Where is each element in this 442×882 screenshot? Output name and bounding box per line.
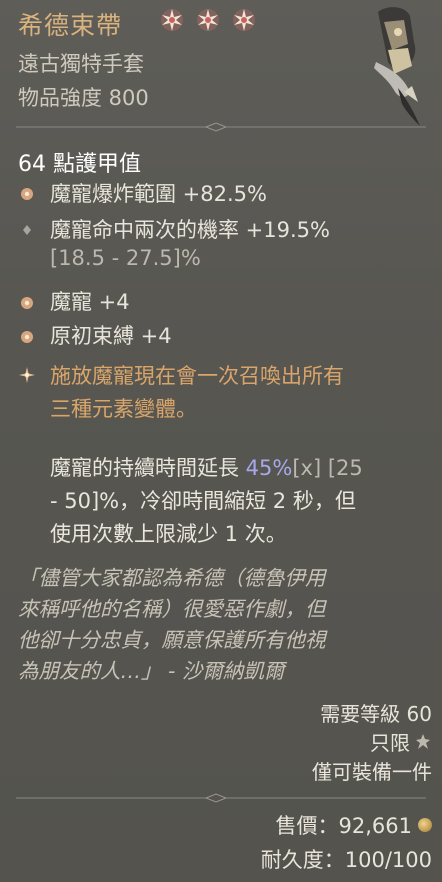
flavor-line: 來稱呼他的名稱）很愛惡作劇，但: [18, 597, 326, 621]
legendary-aspect-icon: [19, 367, 35, 383]
required-level: 需要等級 60: [320, 702, 432, 726]
star-bullet-icon: [21, 188, 33, 200]
section-divider: [16, 793, 426, 803]
affix-line: 魔寵 +4: [50, 290, 130, 314]
aspect-title: 施放魔寵現在會一次召喚出所有 三種元素變體。: [50, 360, 430, 426]
affix-line: 魔寵爆炸範圍 +82.5%: [50, 182, 267, 206]
aspect-desc-line: 魔寵的持續時間延長 45%[x] [25: [50, 452, 430, 485]
druid-class-icon: [416, 733, 430, 749]
star-icon: [197, 9, 219, 31]
aspect-desc-line: - 50]%，冷卻時間縮短 2 秒，但: [50, 489, 356, 513]
star-icon: [233, 9, 255, 31]
star-bullet-icon: [21, 331, 33, 343]
item-power: 物品強度 800: [18, 86, 149, 110]
class-restriction-label: 只限: [370, 731, 410, 755]
item-type: 遠古獨特手套: [18, 52, 144, 76]
diamond-bullet-icon: [23, 225, 31, 235]
aspect-description: 魔寵的持續時間延長 45%[x] [25 - 50]%，冷卻時間縮短 2 秒，但…: [50, 452, 430, 551]
aspect-text: 魔寵的: [50, 456, 113, 480]
equip-limit: 僅可裝備一件: [312, 760, 432, 784]
sell-price-text: 售價：92,661: [275, 814, 412, 838]
item-name: 希德束帶: [18, 11, 123, 40]
star-bullet-icon: [21, 297, 33, 309]
item-tooltip: 希德束帶 遠古獨特手套 物品強度 800 64 點護甲值 魔寵爆炸範圍 +82.…: [0, 0, 442, 882]
section-divider: [16, 122, 426, 132]
armor-value: 64 點護甲值: [18, 152, 141, 177]
affix-range: [18.5 - 27.5]%: [50, 246, 201, 270]
affix-line: 原初束縛 +4: [50, 324, 172, 348]
aspect-line: 三種元素變體。: [50, 397, 197, 421]
durability: 耐久度：100/100: [261, 844, 432, 874]
aspect-range: [x] [25: [292, 456, 363, 480]
flavor-line: 為朋友的人…」 - 沙爾納凱爾: [18, 659, 285, 683]
tooltip-header: 希德束帶 遠古獨特手套 物品強度 800: [0, 0, 442, 130]
aspect-keyword: 持續時間延長: [113, 456, 239, 480]
aspect-value: 45%: [239, 456, 293, 480]
sell-price: 售價：92,661: [276, 810, 432, 840]
gold-coin-icon: [418, 818, 432, 832]
flavor-line: 「儘管大家都認為希德（德魯伊用: [18, 566, 326, 590]
star-icon: [161, 9, 183, 31]
durability-text: 耐久度：100/100: [260, 848, 432, 872]
aspect-line: 施放魔寵現在會一次召喚出所有: [50, 364, 344, 388]
flavor-text: 「儘管大家都認為希德（德魯伊用 來稱呼他的名稱）很愛惡作劇，但 他卻十分忠貞，願…: [18, 563, 428, 687]
aspect-desc-line: 使用次數上限減少 1 次。: [50, 522, 287, 546]
class-restriction: 只限: [370, 727, 432, 756]
gloves-item-icon: [374, 7, 420, 126]
ancestral-stars: [160, 8, 256, 32]
affix-line: 魔寵命中兩次的機率 +19.5%: [50, 218, 330, 242]
flavor-line: 他卻十分忠貞，願意保護所有他視: [18, 628, 326, 652]
